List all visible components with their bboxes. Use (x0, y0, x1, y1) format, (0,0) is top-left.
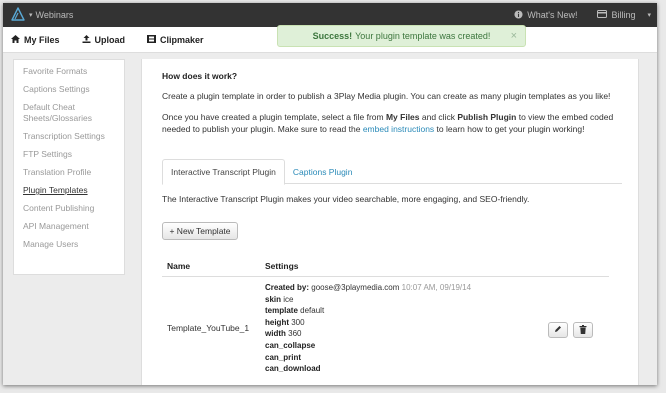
sidebar-item-api-management[interactable]: API Management (14, 218, 124, 236)
tab-interactive-transcript[interactable]: Interactive Transcript Plugin (162, 159, 285, 185)
publish-plugin-emphasis: Publish Plugin (457, 112, 517, 122)
caret-down-icon[interactable]: ▾ (645, 11, 657, 19)
setting-value: 300 (291, 317, 305, 327)
setting-key: skin (265, 294, 282, 304)
nav-label: Clipmaker (160, 34, 204, 45)
top-bar: ▾ Webinars What's New! Billing ▾ (3, 3, 657, 27)
setting-key: can_print (265, 352, 302, 362)
whats-new-label: What's New! (527, 10, 578, 20)
tab-captions-plugin[interactable]: Captions Plugin (285, 159, 361, 184)
nav-label: My Files (24, 34, 60, 45)
sidebar-item-favorite-formats[interactable]: Favorite Formats (14, 63, 124, 81)
home-icon (11, 34, 20, 45)
settings-sidebar: Favorite Formats Captions Settings Defau… (13, 59, 125, 275)
created-timestamp: 10:07 AM, 09/19/14 (401, 283, 472, 292)
setting-key: Created by: (265, 283, 310, 292)
setting-value: goose@3playmedia.com (311, 283, 400, 292)
setting-key: height (265, 317, 289, 327)
trash-icon (579, 324, 587, 336)
plugin-tabs: Interactive Transcript Plugin Captions P… (162, 159, 622, 185)
setting-key: template (265, 306, 298, 316)
setting-line: can_download (265, 363, 471, 375)
toast-title: Success! (312, 31, 353, 41)
intro-section: How does it work? Create a plugin templa… (162, 71, 622, 144)
main-panel: How does it work? Create a plugin templa… (141, 59, 639, 385)
close-icon[interactable]: × (511, 30, 517, 42)
whats-new-link[interactable]: What's New! (504, 9, 587, 21)
nav-label: Upload (94, 34, 126, 45)
nav-clipmaker[interactable]: Clipmaker (147, 34, 204, 45)
setting-line: height 300 (265, 317, 471, 329)
my-files-emphasis: My Files (385, 112, 420, 122)
nav-my-files[interactable]: My Files (11, 34, 60, 45)
account-switcher[interactable]: ▾ Webinars (29, 10, 73, 20)
instructions-text: to learn how to get your plugin working! (434, 124, 585, 134)
sidebar-item-captions-settings[interactable]: Captions Settings (14, 81, 124, 99)
toast-message: Your plugin template was created! (355, 31, 491, 41)
intro-paragraph: Create a plugin template in order to pub… (162, 91, 611, 101)
section-heading: How does it work? (162, 71, 238, 81)
template-settings: Created by: goose@3playmedia.com 10:07 A… (265, 282, 471, 375)
instructions-paragraph: Once you have created a plugin template,… (162, 111, 622, 135)
tab-description: The Interactive Transcript Plugin makes … (162, 194, 530, 204)
sidebar-item-transcription-settings[interactable]: Transcription Settings (14, 128, 124, 146)
setting-key: can_download (265, 364, 321, 374)
sidebar-item-translation-profile[interactable]: Translation Profile (14, 164, 124, 182)
setting-key: can_collapse (265, 340, 316, 350)
sidebar-item-content-publishing[interactable]: Content Publishing (14, 200, 124, 218)
new-template-button[interactable]: + New Template (162, 222, 238, 240)
film-icon (147, 34, 157, 45)
embed-instructions-link[interactable]: embed instructions (363, 124, 434, 134)
setting-line: can_collapse (265, 340, 471, 352)
setting-line: width 360 (265, 328, 471, 340)
setting-value: ice (283, 294, 294, 304)
success-toast: Success! Your plugin template was create… (277, 25, 526, 47)
table-row: Template_YouTube_1 Created by: goose@3pl… (162, 277, 609, 375)
upload-icon (82, 34, 91, 45)
edit-template-button[interactable] (548, 322, 568, 338)
sidebar-item-manage-users[interactable]: Manage Users (14, 236, 124, 254)
billing-label: Billing (611, 10, 636, 20)
instructions-text: and click (419, 112, 458, 122)
account-label: Webinars (35, 10, 74, 20)
caret-down-icon: ▾ (29, 12, 33, 19)
setting-key: width (265, 329, 286, 339)
sidebar-item-cheat-sheets[interactable]: Default Cheat Sheets/Glossaries (14, 99, 110, 128)
column-header-name: Name (167, 261, 191, 271)
info-circle-icon (514, 9, 523, 21)
app-window: ▾ Webinars What's New! Billing ▾ My File… (3, 3, 657, 385)
templates-table: Name Settings Template_YouTube_1 Created… (162, 261, 609, 375)
setting-value: 360 (288, 329, 302, 339)
nav-upload[interactable]: Upload (82, 34, 126, 45)
column-header-settings: Settings (265, 261, 299, 271)
sidebar-item-plugin-templates[interactable]: Plugin Templates (14, 182, 124, 200)
instructions-text: Once you have created a plugin template,… (162, 112, 386, 122)
table-header: Name Settings (162, 261, 609, 277)
created-by-line: Created by: goose@3playmedia.com 10:07 A… (265, 282, 471, 294)
setting-value: default (300, 306, 325, 316)
logo-icon[interactable] (7, 3, 29, 27)
billing-icon (597, 10, 608, 20)
setting-line: template default (265, 305, 471, 317)
billing-link[interactable]: Billing (587, 10, 645, 20)
delete-template-button[interactable] (573, 322, 593, 338)
setting-line: skin ice (265, 294, 471, 306)
template-name: Template_YouTube_1 (167, 323, 250, 334)
pencil-icon (554, 325, 562, 335)
setting-line: can_print (265, 352, 471, 364)
sidebar-item-ftp-settings[interactable]: FTP Settings (14, 146, 124, 164)
